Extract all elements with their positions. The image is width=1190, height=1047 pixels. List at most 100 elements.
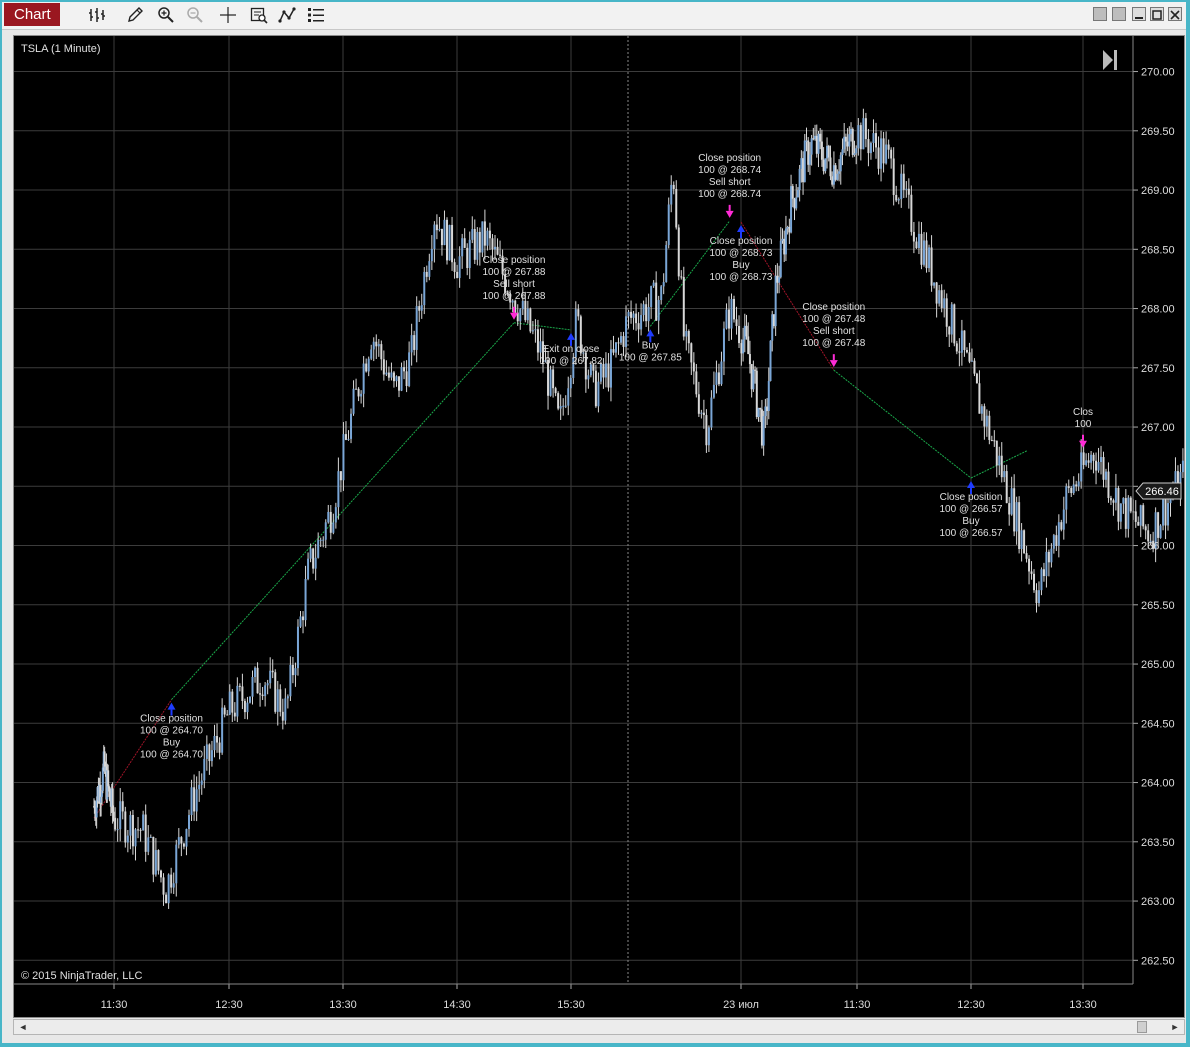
candle xyxy=(660,285,663,305)
chart-tab[interactable]: Chart xyxy=(4,3,60,26)
candle xyxy=(291,656,294,684)
candle xyxy=(1057,514,1060,558)
candle-body xyxy=(309,548,312,559)
close-icon[interactable] xyxy=(1168,7,1182,21)
candle-body xyxy=(750,364,753,390)
scroll-left-icon[interactable]: ◄ xyxy=(16,1021,30,1033)
candle-body xyxy=(486,230,489,246)
candle-body xyxy=(271,670,274,673)
candle xyxy=(218,737,221,760)
candle xyxy=(1117,485,1120,531)
candle-body xyxy=(1070,487,1073,494)
data-box-icon[interactable] xyxy=(248,5,270,25)
candle xyxy=(827,144,830,162)
candle xyxy=(817,130,820,168)
candle xyxy=(193,774,196,821)
candle-body xyxy=(757,407,760,417)
candle-body xyxy=(463,238,466,248)
candle xyxy=(738,315,741,349)
candle xyxy=(408,341,411,388)
candle xyxy=(772,314,775,329)
candle xyxy=(129,811,132,850)
candle-body xyxy=(233,712,236,717)
execution-label: Buy xyxy=(163,738,180,749)
candle-body xyxy=(367,358,370,372)
candle xyxy=(279,684,282,717)
execution-label: Close position xyxy=(940,492,1003,503)
candle xyxy=(803,133,806,183)
candle xyxy=(1065,483,1068,524)
execution-label: Sell short xyxy=(813,326,855,337)
candle xyxy=(423,267,426,315)
candle xyxy=(481,221,484,258)
candle-body xyxy=(983,406,986,427)
sell-arrow-icon[interactable] xyxy=(1079,440,1087,448)
candle xyxy=(529,307,532,334)
candle-body xyxy=(1114,487,1117,503)
candle xyxy=(552,365,555,398)
candle-body xyxy=(448,224,451,261)
candle-body xyxy=(995,440,998,466)
strategies-icon[interactable] xyxy=(276,5,298,25)
scrollbar-thumb[interactable] xyxy=(1137,1021,1147,1033)
candle-body xyxy=(1087,460,1090,463)
price-tick-label: 265.00 xyxy=(1141,659,1175,671)
candle-body xyxy=(294,668,297,676)
buy-arrow-icon[interactable] xyxy=(567,332,575,340)
color-swatch-icon[interactable] xyxy=(1112,7,1126,21)
candle xyxy=(172,872,175,894)
sell-arrow-icon[interactable] xyxy=(725,210,734,218)
buy-arrow-icon[interactable] xyxy=(646,329,655,337)
candle xyxy=(814,124,817,141)
marker-stem xyxy=(1082,434,1084,441)
color-swatch-icon[interactable] xyxy=(1093,7,1107,21)
candle xyxy=(902,164,905,198)
candle-body xyxy=(314,557,317,569)
candle xyxy=(418,300,421,322)
candle xyxy=(182,842,185,850)
candle-body xyxy=(337,471,340,508)
candle-body xyxy=(710,397,713,428)
candle-body xyxy=(727,309,730,329)
buy-arrow-icon[interactable] xyxy=(967,481,975,489)
bar-type-icon[interactable] xyxy=(86,5,108,25)
price-chart[interactable]: Close position100 @ 264.70Buy100 @ 264.7… xyxy=(14,36,1184,1017)
candle-body xyxy=(625,316,628,347)
candle-body xyxy=(137,829,140,831)
candle-body xyxy=(1040,569,1043,591)
candle-body xyxy=(165,894,168,904)
chart-scrollbar[interactable]: ◄ ► xyxy=(13,1019,1185,1035)
candle-body xyxy=(251,677,254,697)
minimize-icon[interactable] xyxy=(1132,7,1146,21)
candle-body xyxy=(657,300,660,321)
properties-icon[interactable] xyxy=(305,5,327,25)
zoom-out-icon[interactable] xyxy=(184,5,206,25)
candle xyxy=(438,216,441,232)
draw-pencil-icon[interactable] xyxy=(124,5,146,25)
price-tick-label: 264.50 xyxy=(1141,718,1175,730)
candle-body xyxy=(810,138,813,155)
execution-label: Clos xyxy=(1073,407,1093,418)
candle xyxy=(347,430,350,441)
candle-body xyxy=(935,282,938,304)
candle xyxy=(1095,452,1098,485)
candle-body xyxy=(859,125,862,150)
maximize-icon[interactable] xyxy=(1150,7,1164,21)
candle-body xyxy=(1090,454,1093,463)
chart-panel[interactable]: Close position 100 @ 264.70 Buy 100 @ 264.7… xyxy=(13,35,1185,1018)
candle xyxy=(712,371,715,399)
candle-body xyxy=(221,707,224,753)
candle-body xyxy=(829,157,832,177)
candle-body xyxy=(805,140,808,142)
candle-body xyxy=(948,326,951,335)
candle xyxy=(264,682,267,707)
crosshair-icon[interactable] xyxy=(217,5,239,25)
zoom-in-icon[interactable] xyxy=(155,5,177,25)
candle-body xyxy=(604,363,607,378)
candle xyxy=(730,293,733,340)
candle-body xyxy=(907,188,910,195)
scroll-right-icon[interactable]: ► xyxy=(1168,1021,1182,1033)
scroll-to-end-icon[interactable] xyxy=(1103,50,1117,70)
candle-body xyxy=(760,409,763,446)
candle xyxy=(743,313,746,353)
